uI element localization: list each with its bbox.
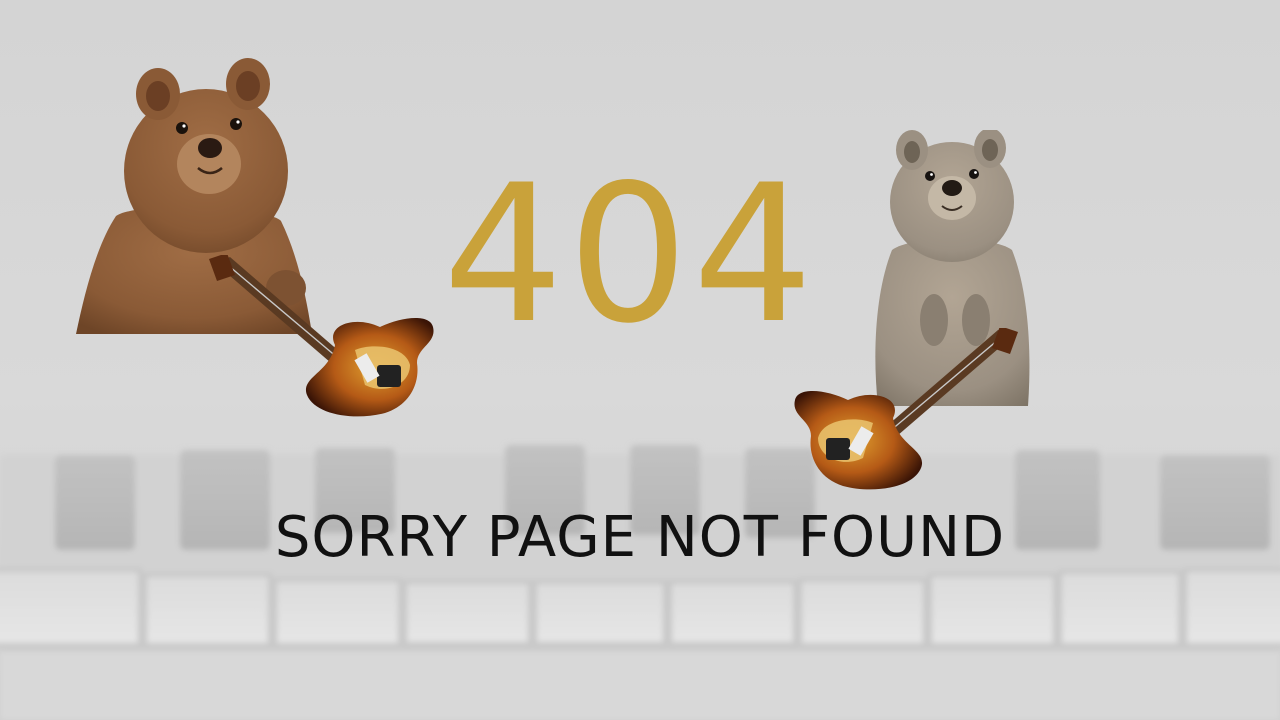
guitar-left-icon bbox=[209, 255, 434, 417]
error-message-text: SORRY PAGE NOT FOUND bbox=[274, 505, 1006, 570]
error-code-heading: 404 bbox=[442, 144, 818, 365]
guitar-right-icon bbox=[794, 328, 1018, 490]
